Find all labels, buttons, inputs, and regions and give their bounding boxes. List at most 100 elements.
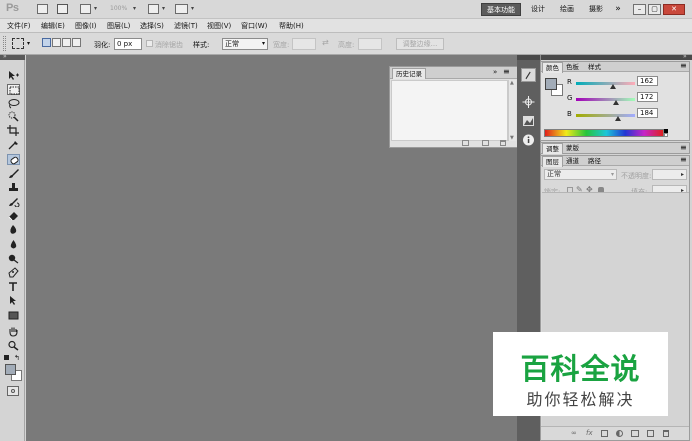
menu-window[interactable]: 窗口(W) — [241, 21, 267, 31]
tab-layers[interactable]: 图层 — [542, 156, 563, 167]
chevron-down-icon[interactable]: ▾ — [162, 5, 165, 12]
tab-color[interactable]: 颜色 — [542, 62, 563, 73]
navigator-icon[interactable] — [521, 95, 536, 109]
tab-history[interactable]: 历史记录 — [392, 68, 426, 79]
workspace-painting[interactable]: 绘画 — [553, 3, 581, 16]
intersect-selection-icon[interactable] — [72, 38, 81, 47]
history-brush-tool-icon[interactable] — [7, 196, 20, 207]
brush-tool-icon[interactable] — [7, 168, 20, 179]
menu-filter[interactable]: 滤镜(T) — [174, 21, 198, 31]
info-icon[interactable] — [521, 133, 536, 147]
width-input[interactable] — [292, 38, 316, 50]
tab-masks[interactable]: 蒙版 — [563, 143, 582, 154]
tab-swatches[interactable]: 色板 — [563, 62, 582, 73]
chevron-down-icon[interactable]: ▾ — [133, 5, 136, 12]
menu-view[interactable]: 视图(V) — [207, 21, 231, 31]
tab-paths[interactable]: 路径 — [585, 156, 604, 167]
color-spectrum-ramp[interactable] — [544, 129, 664, 137]
toolbar-header[interactable]: » — [0, 53, 25, 60]
tab-styles[interactable]: 样式 — [585, 62, 604, 73]
eyedropper-tool-icon[interactable] — [7, 139, 20, 150]
color-panel-icon[interactable] — [521, 68, 536, 82]
type-tool-icon[interactable] — [7, 281, 20, 292]
clone-stamp-tool-icon[interactable] — [7, 182, 20, 193]
more-workspaces-icon[interactable]: » — [611, 3, 625, 16]
menu-help[interactable]: 帮助(H) — [279, 21, 304, 31]
move-tool-icon[interactable] — [7, 70, 20, 81]
zoom-tool-icon[interactable] — [7, 340, 20, 351]
panel-menu-icon[interactable]: ≡ — [503, 67, 510, 76]
delete-state-icon[interactable] — [500, 140, 506, 146]
menu-file[interactable]: 文件(F) — [7, 21, 31, 31]
dodge-tool-icon[interactable] — [7, 253, 20, 264]
scroll-down-icon[interactable]: ▼ — [510, 135, 514, 141]
bridge-icon[interactable] — [37, 4, 48, 14]
add-to-selection-icon[interactable] — [52, 38, 61, 47]
zoom-level[interactable]: 100% — [110, 5, 127, 12]
chevron-down-icon[interactable]: ▾ — [191, 5, 194, 12]
style-select[interactable]: 正常 ▾ — [222, 38, 268, 50]
panel-menu-icon[interactable]: ≡ — [680, 155, 687, 164]
gradient-tool-icon[interactable] — [7, 224, 20, 235]
white-swatch[interactable] — [664, 133, 668, 137]
layer-style-icon[interactable]: fx — [586, 429, 593, 437]
blue-slider-thumb[interactable] — [615, 116, 622, 121]
lasso-tool-icon[interactable] — [7, 98, 20, 109]
default-colors-icon[interactable] — [4, 355, 9, 360]
restore-button[interactable]: ▢ — [648, 4, 661, 15]
tab-adjustments[interactable]: 调整 — [542, 143, 563, 154]
blue-value-input[interactable]: 184 — [637, 108, 658, 118]
screen-mode-icon[interactable] — [175, 4, 188, 14]
menu-layer[interactable]: 图层(L) — [107, 21, 130, 31]
quick-select-tool-icon[interactable] — [7, 111, 20, 122]
strip-header[interactable] — [517, 55, 540, 60]
quick-mask-icon[interactable] — [7, 386, 19, 396]
chevron-down-icon[interactable]: ▾ — [27, 40, 30, 47]
menu-image[interactable]: 图像(I) — [75, 21, 97, 31]
adjustment-layer-icon[interactable] — [616, 430, 623, 437]
arrange-documents-icon[interactable] — [148, 4, 159, 14]
blue-slider[interactable] — [576, 114, 635, 117]
feather-input[interactable]: 0 px — [114, 38, 142, 50]
view-extras-icon[interactable] — [80, 4, 91, 14]
panel-menu-icon[interactable]: ≡ — [680, 143, 687, 152]
mini-bridge-icon[interactable] — [57, 4, 68, 14]
foreground-color-swatch[interactable] — [5, 364, 16, 375]
healing-brush-tool-icon[interactable] — [7, 154, 20, 165]
menu-select[interactable]: 选择(S) — [140, 21, 164, 31]
swap-dimensions-icon[interactable]: ⇄ — [322, 38, 329, 47]
tab-channels[interactable]: 通道 — [563, 156, 582, 167]
history-scrollbar[interactable]: ▲ ▼ — [508, 80, 516, 141]
refine-edge-button[interactable]: 调整边缘... — [396, 38, 444, 50]
collapse-panel-icon[interactable]: » — [493, 68, 497, 76]
history-panel-header[interactable]: 历史记录 » ≡ — [390, 67, 517, 79]
antialias-checkbox[interactable] — [146, 40, 153, 47]
blend-mode-select[interactable]: 正常 ▾ — [544, 169, 617, 180]
new-document-from-state-icon[interactable] — [462, 140, 469, 146]
green-slider-thumb[interactable] — [612, 100, 619, 105]
red-slider-thumb[interactable] — [610, 84, 617, 89]
height-input[interactable] — [358, 38, 382, 50]
eraser-tool-icon[interactable] — [7, 210, 20, 221]
crop-tool-icon[interactable] — [7, 125, 20, 136]
grip-handle[interactable] — [3, 36, 6, 51]
swap-colors-icon[interactable]: ↰ — [14, 354, 20, 362]
new-selection-icon[interactable] — [42, 38, 51, 47]
path-select-tool-icon[interactable] — [7, 295, 20, 306]
menu-edit[interactable]: 编辑(E) — [41, 21, 65, 31]
marquee-tool-icon[interactable] — [7, 84, 20, 95]
blur-tool-icon[interactable] — [7, 239, 20, 250]
red-slider[interactable] — [576, 82, 635, 85]
opacity-input[interactable]: ▸ — [652, 169, 687, 180]
workspace-design[interactable]: 设计 — [526, 3, 550, 16]
workspace-photography[interactable]: 摄影 — [584, 3, 608, 16]
panel-menu-icon[interactable]: ≡ — [680, 61, 687, 70]
pen-tool-icon[interactable] — [7, 267, 20, 278]
foreground-color-swatch[interactable] — [545, 78, 557, 90]
workspace-essentials[interactable]: 基本功能 — [481, 3, 521, 16]
close-button[interactable]: ✕ — [663, 4, 685, 15]
hand-tool-icon[interactable] — [7, 326, 20, 337]
snapshot-icon[interactable] — [482, 140, 489, 146]
delete-layer-icon[interactable] — [663, 430, 669, 437]
red-value-input[interactable]: 162 — [637, 76, 658, 86]
